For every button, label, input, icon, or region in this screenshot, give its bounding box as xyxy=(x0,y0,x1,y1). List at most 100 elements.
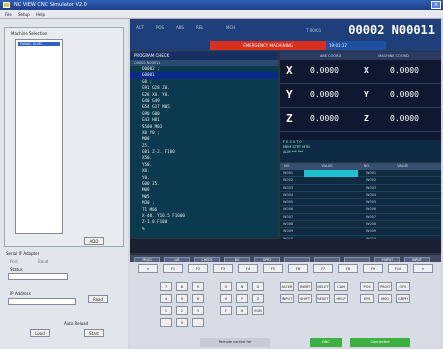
address-key[interactable]: Y xyxy=(236,294,248,303)
number-key[interactable]: 4 xyxy=(160,294,172,303)
menu-help[interactable]: Help xyxy=(36,10,45,19)
screen-key[interactable]: PROG xyxy=(378,282,392,291)
function-key[interactable]: F7 xyxy=(313,264,333,273)
number-key[interactable]: 6 xyxy=(192,294,204,303)
tool-value-cell[interactable] xyxy=(304,199,358,206)
number-key[interactable]: 5 xyxy=(176,294,188,303)
number-key[interactable]: 8 xyxy=(176,282,188,291)
screen-key[interactable]: GRPH xyxy=(396,294,410,303)
machine-list[interactable]: FANUC 0i-MC xyxy=(15,39,63,234)
function-key[interactable]: F2 xyxy=(188,264,208,273)
machine-list-item[interactable]: FANUC 0i-MC xyxy=(18,42,60,46)
tool-row-no-2: W005 xyxy=(366,200,377,205)
tool-row[interactable]: W002 W002 xyxy=(280,177,441,185)
edit-key[interactable]: DELET xyxy=(316,282,330,291)
number-key[interactable]: . xyxy=(192,318,204,327)
tool-value-cell[interactable] xyxy=(304,228,358,235)
menu-setup[interactable]: Setup xyxy=(18,10,30,19)
edit-key[interactable]: RESET xyxy=(316,294,330,303)
number-key[interactable]: 7 xyxy=(160,282,172,291)
screen-key[interactable]: OFS xyxy=(396,282,410,291)
tool-value-cell-2[interactable] xyxy=(388,185,441,192)
tool-value-cell-2[interactable] xyxy=(388,221,441,228)
status-dnc: DNC xyxy=(310,338,342,347)
tool-value-cell[interactable] xyxy=(304,185,358,192)
start-button[interactable]: Start xyxy=(84,329,104,337)
program-line-text: M09 xyxy=(142,187,150,193)
edit-key[interactable]: INSRT xyxy=(298,282,312,291)
function-key[interactable]: F4 xyxy=(238,264,258,273)
address-key[interactable]: X xyxy=(220,294,232,303)
tool-row[interactable]: W008 W008 xyxy=(280,221,441,229)
function-key[interactable]: F10 xyxy=(388,264,408,273)
load-button[interactable]: Load xyxy=(30,329,50,337)
address-key[interactable]: G xyxy=(252,282,264,291)
function-key[interactable]: F6 xyxy=(288,264,308,273)
tool-row[interactable]: W004 W004 xyxy=(280,192,441,200)
tool-value-cell-2[interactable] xyxy=(388,228,441,235)
tool-value-cell-2[interactable] xyxy=(388,177,441,184)
number-key[interactable]: 9 xyxy=(192,282,204,291)
program-line[interactable]: % xyxy=(130,226,278,232)
close-button[interactable]: × xyxy=(431,1,441,9)
serial-status-field[interactable] xyxy=(8,273,68,280)
tool-value-cell[interactable] xyxy=(304,214,358,221)
tool-row[interactable]: W009 W009 xyxy=(280,228,441,236)
menu-file[interactable]: File xyxy=(5,10,12,19)
axes-header-abs: ABS COORD xyxy=(320,54,342,58)
tool-value-cell-2[interactable] xyxy=(388,192,441,199)
function-key[interactable]: F9 xyxy=(363,264,383,273)
tool-row-no: W001 xyxy=(283,171,294,175)
program-title: PROGRAM CHECK xyxy=(130,52,278,60)
tool-header-0: NO. xyxy=(284,164,291,168)
function-key[interactable]: F1 xyxy=(163,264,183,273)
address-key[interactable]: EOB xyxy=(252,306,264,315)
tool-value-cell[interactable] xyxy=(304,170,358,177)
port-label: Port xyxy=(10,259,18,264)
program-line-text: T1 M06 xyxy=(142,206,158,212)
function-key[interactable]: F5 xyxy=(263,264,283,273)
number-key[interactable]: - xyxy=(160,318,172,327)
address-key[interactable]: F xyxy=(220,306,232,315)
add-button[interactable]: ADD xyxy=(84,237,104,245)
address-key[interactable]: N xyxy=(236,282,248,291)
program-line-text: M05 xyxy=(142,193,150,199)
address-key[interactable]: Z xyxy=(252,294,264,303)
tool-row[interactable]: W001 W001 xyxy=(280,170,441,178)
function-key[interactable]: > xyxy=(413,264,433,273)
number-key[interactable]: 3 xyxy=(192,306,204,315)
address-key[interactable]: H xyxy=(236,306,248,315)
edit-key[interactable]: HELP xyxy=(334,294,348,303)
tool-row[interactable]: W003 W003 xyxy=(280,185,441,192)
screen-key[interactable]: SYS xyxy=(360,294,374,303)
serial-label: Serial IF Adapter xyxy=(6,251,40,256)
tool-row[interactable]: W006 W006 xyxy=(280,206,441,214)
tool-value-cell-2[interactable] xyxy=(388,199,441,206)
number-key[interactable]: 0 xyxy=(176,318,188,327)
function-key[interactable]: F8 xyxy=(338,264,358,273)
tool-row-no: W005 xyxy=(283,200,294,205)
tool-value-cell[interactable] xyxy=(304,192,358,199)
number-key[interactable]: 1 xyxy=(160,306,172,315)
tool-value-cell-2[interactable] xyxy=(388,170,441,177)
function-key[interactable]: < xyxy=(138,264,158,273)
screen-key[interactable]: MSG xyxy=(378,294,392,303)
tool-value-cell[interactable] xyxy=(304,206,358,213)
edit-key[interactable]: CAN xyxy=(334,282,348,291)
edit-key[interactable]: SHIFT xyxy=(298,294,312,303)
edit-key[interactable]: ALTER xyxy=(280,282,294,291)
tool-value-cell-2[interactable] xyxy=(388,206,441,213)
tool-row[interactable]: W005 W005 xyxy=(280,199,441,207)
screen-key[interactable]: POS xyxy=(360,282,374,291)
tool-row[interactable]: W007 W007 xyxy=(280,214,441,222)
read-button[interactable]: Read xyxy=(88,295,108,303)
tool-value-cell-2[interactable] xyxy=(388,214,441,221)
tool-value-cell[interactable] xyxy=(304,177,358,184)
function-key[interactable]: F3 xyxy=(213,264,233,273)
address-key[interactable]: O xyxy=(220,282,232,291)
program-lines[interactable]: O0002 ; G0001 G0 ; G91 G28 Z0. G28 X0. Y0. G4… xyxy=(130,66,278,232)
ip-field[interactable] xyxy=(8,298,76,305)
edit-key[interactable]: INPUT xyxy=(280,294,294,303)
number-key[interactable]: 2 xyxy=(176,306,188,315)
tool-value-cell[interactable] xyxy=(304,221,358,228)
